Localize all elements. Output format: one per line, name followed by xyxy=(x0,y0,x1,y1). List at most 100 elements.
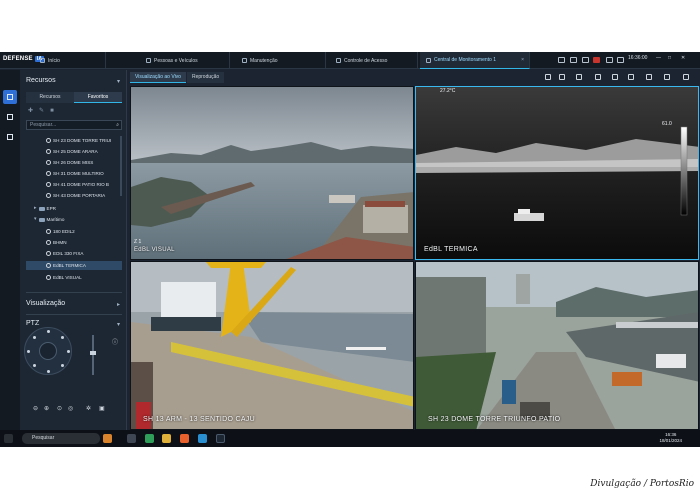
tree-item[interactable]: SH 31 DOME MULTIRIO xyxy=(46,169,104,178)
alarm-icon[interactable] xyxy=(593,57,600,63)
edit-icon[interactable]: ✎ xyxy=(39,108,50,114)
rail-alarms-button[interactable] xyxy=(3,130,17,144)
tab-manutencao[interactable]: Manutenção xyxy=(236,52,326,69)
camera-icon xyxy=(46,149,51,154)
preset-icon[interactable]: ▣ xyxy=(99,405,105,412)
grid-icon[interactable] xyxy=(612,74,618,80)
ptz-speed-slider[interactable] xyxy=(90,335,96,375)
tab-reproducao[interactable]: Reprodução xyxy=(186,72,225,83)
iris-icon[interactable]: ◎ xyxy=(68,405,73,412)
tree-item[interactable]: SH 43 DOME PORTARIA xyxy=(46,191,105,200)
rail-resources-button[interactable] xyxy=(3,90,17,104)
ptz-left-icon[interactable] xyxy=(27,350,30,353)
audio-icon[interactable] xyxy=(646,74,652,80)
close-icon[interactable]: ✕ xyxy=(681,55,685,61)
tree-item[interactable]: SH 25 DOME ARARA xyxy=(46,147,98,156)
fullscreen-icon[interactable] xyxy=(664,74,670,80)
bell-icon[interactable] xyxy=(545,74,551,80)
ptz-downleft-icon[interactable] xyxy=(33,364,36,367)
windows-start-icon[interactable] xyxy=(4,434,13,443)
camera-tile-arm13[interactable]: SH 13 ARM - 13 SENTIDO CAJU xyxy=(130,261,414,430)
monitoring-app-window: DEFENSE IA Início Pessoas e Veículos Manu… xyxy=(0,52,700,447)
monitor-icon xyxy=(7,94,13,100)
chevron-down-icon[interactable]: ▾ xyxy=(117,321,120,328)
minimize-icon[interactable]: — xyxy=(656,55,661,61)
record-icon[interactable] xyxy=(576,74,582,80)
ptz-down-icon[interactable] xyxy=(47,370,50,373)
tab-controle-acesso[interactable]: Controle de Acesso xyxy=(330,52,418,69)
settings-icon[interactable]: ✲ xyxy=(86,405,91,412)
zoom-out-icon[interactable]: ⊖ xyxy=(33,405,38,412)
tree-item[interactable]: BHMN xyxy=(46,238,67,247)
info-icon[interactable]: ⓘ xyxy=(112,337,118,346)
close-tab-icon[interactable]: × xyxy=(521,57,524,63)
task-view-icon[interactable] xyxy=(127,434,136,443)
subtab-recursos[interactable]: Recursos xyxy=(26,92,74,103)
grid-icon xyxy=(7,114,13,120)
camera-tile-visual[interactable]: Z 1 EdBL VISUAL xyxy=(130,86,414,260)
tree-item[interactable]: EDIL 330 FIXA xyxy=(46,249,83,258)
user-icon[interactable] xyxy=(617,57,624,63)
rail-layouts-button[interactable] xyxy=(3,110,17,124)
defense-app-icon[interactable] xyxy=(216,434,225,443)
tab-inicio[interactable]: Início xyxy=(34,52,106,69)
tree-scrollbar[interactable] xyxy=(120,136,122,196)
search-input[interactable]: Pesquisar... ⌕ xyxy=(26,120,122,130)
home-icon xyxy=(40,58,45,63)
search-icon[interactable]: ⌕ xyxy=(116,121,119,129)
taskbar-search[interactable]: Pesquisar xyxy=(22,433,100,444)
wrench-icon xyxy=(242,58,247,63)
maximize-icon[interactable]: □ xyxy=(668,55,671,61)
subtab-favoritos[interactable]: Favoritos xyxy=(74,92,122,103)
camera-icon[interactable] xyxy=(558,57,565,63)
camera-tile-sh23[interactable]: SH 23 DOME TORRE TRIUNFO PATIO xyxy=(415,261,699,430)
layout-icon[interactable] xyxy=(595,74,601,80)
tab-pessoas-veiculos[interactable]: Pessoas e Veículos xyxy=(140,52,230,69)
tree-item[interactable]: SH 23 DOME TORRE TRIUI xyxy=(46,136,111,145)
chevron-right-icon[interactable]: ▸ xyxy=(117,301,120,308)
expand-icon[interactable] xyxy=(683,74,689,80)
widget-icon[interactable] xyxy=(103,434,112,443)
search-placeholder: Pesquisar... xyxy=(30,122,57,128)
ptz-up-icon[interactable] xyxy=(47,330,50,333)
monitor-small-icon[interactable] xyxy=(606,57,613,63)
tree-item-label: 180 EDIL2 xyxy=(53,229,75,234)
tree-item[interactable]: SH 26 DOME MISS xyxy=(46,158,93,167)
layout-icon[interactable] xyxy=(570,57,577,63)
slider-knob[interactable] xyxy=(90,351,96,355)
camera-feed-sh23 xyxy=(416,262,698,429)
clock-date: 18/01/2024 xyxy=(659,438,682,443)
panel-title: Recursos xyxy=(26,77,56,84)
snapshot-icon[interactable] xyxy=(559,74,565,80)
add-icon[interactable]: ✚ xyxy=(28,108,39,114)
folder-icon[interactable] xyxy=(162,434,171,443)
top-bar: DEFENSE IA Início Pessoas e Veículos Manu… xyxy=(0,52,700,69)
tree-item[interactable]: EdBL VISUAL xyxy=(46,273,82,282)
section-ptz[interactable]: PTZ xyxy=(26,320,39,327)
playback-icon[interactable] xyxy=(628,74,634,80)
ptz-upleft-icon[interactable] xyxy=(33,336,36,339)
tab-central-monitoramento[interactable]: Central de Monitoramento 1 × xyxy=(420,52,530,69)
app-icon[interactable] xyxy=(198,434,207,443)
delete-icon[interactable]: ■ xyxy=(50,108,60,114)
ptz-downright-icon[interactable] xyxy=(61,364,64,367)
taskbar-search-placeholder: Pesquisar xyxy=(32,435,55,441)
tree-folder[interactable]: ▸ EPR xyxy=(34,204,56,213)
firefox-icon[interactable] xyxy=(180,434,189,443)
camera-tile-thermal[interactable]: 27.2°C 61.0 EdBL TERMICA xyxy=(415,86,699,260)
ptz-upright-icon[interactable] xyxy=(61,336,64,339)
tab-ao-vivo[interactable]: Visualização ao Vivo xyxy=(130,72,186,83)
focus-icon[interactable]: ⊙ xyxy=(57,405,62,412)
tree-folder[interactable]: ▾ Marítimo xyxy=(34,215,64,224)
tree-item[interactable]: SH 41 DOME PATIO RIO B xyxy=(46,180,109,189)
ptz-home-button[interactable] xyxy=(39,342,57,360)
chevron-down-icon[interactable]: ▾ xyxy=(117,78,120,85)
divider xyxy=(26,314,122,315)
ptz-right-icon[interactable] xyxy=(67,350,70,353)
mail-icon[interactable] xyxy=(582,57,589,63)
browser-icon[interactable] xyxy=(145,434,154,443)
tree-item-selected[interactable]: EdBL TERMICA xyxy=(26,261,122,270)
section-visualizacao[interactable]: Visualização xyxy=(26,300,65,307)
zoom-in-icon[interactable]: ⊕ xyxy=(44,405,49,412)
tree-item[interactable]: 180 EDIL2 xyxy=(46,227,75,236)
